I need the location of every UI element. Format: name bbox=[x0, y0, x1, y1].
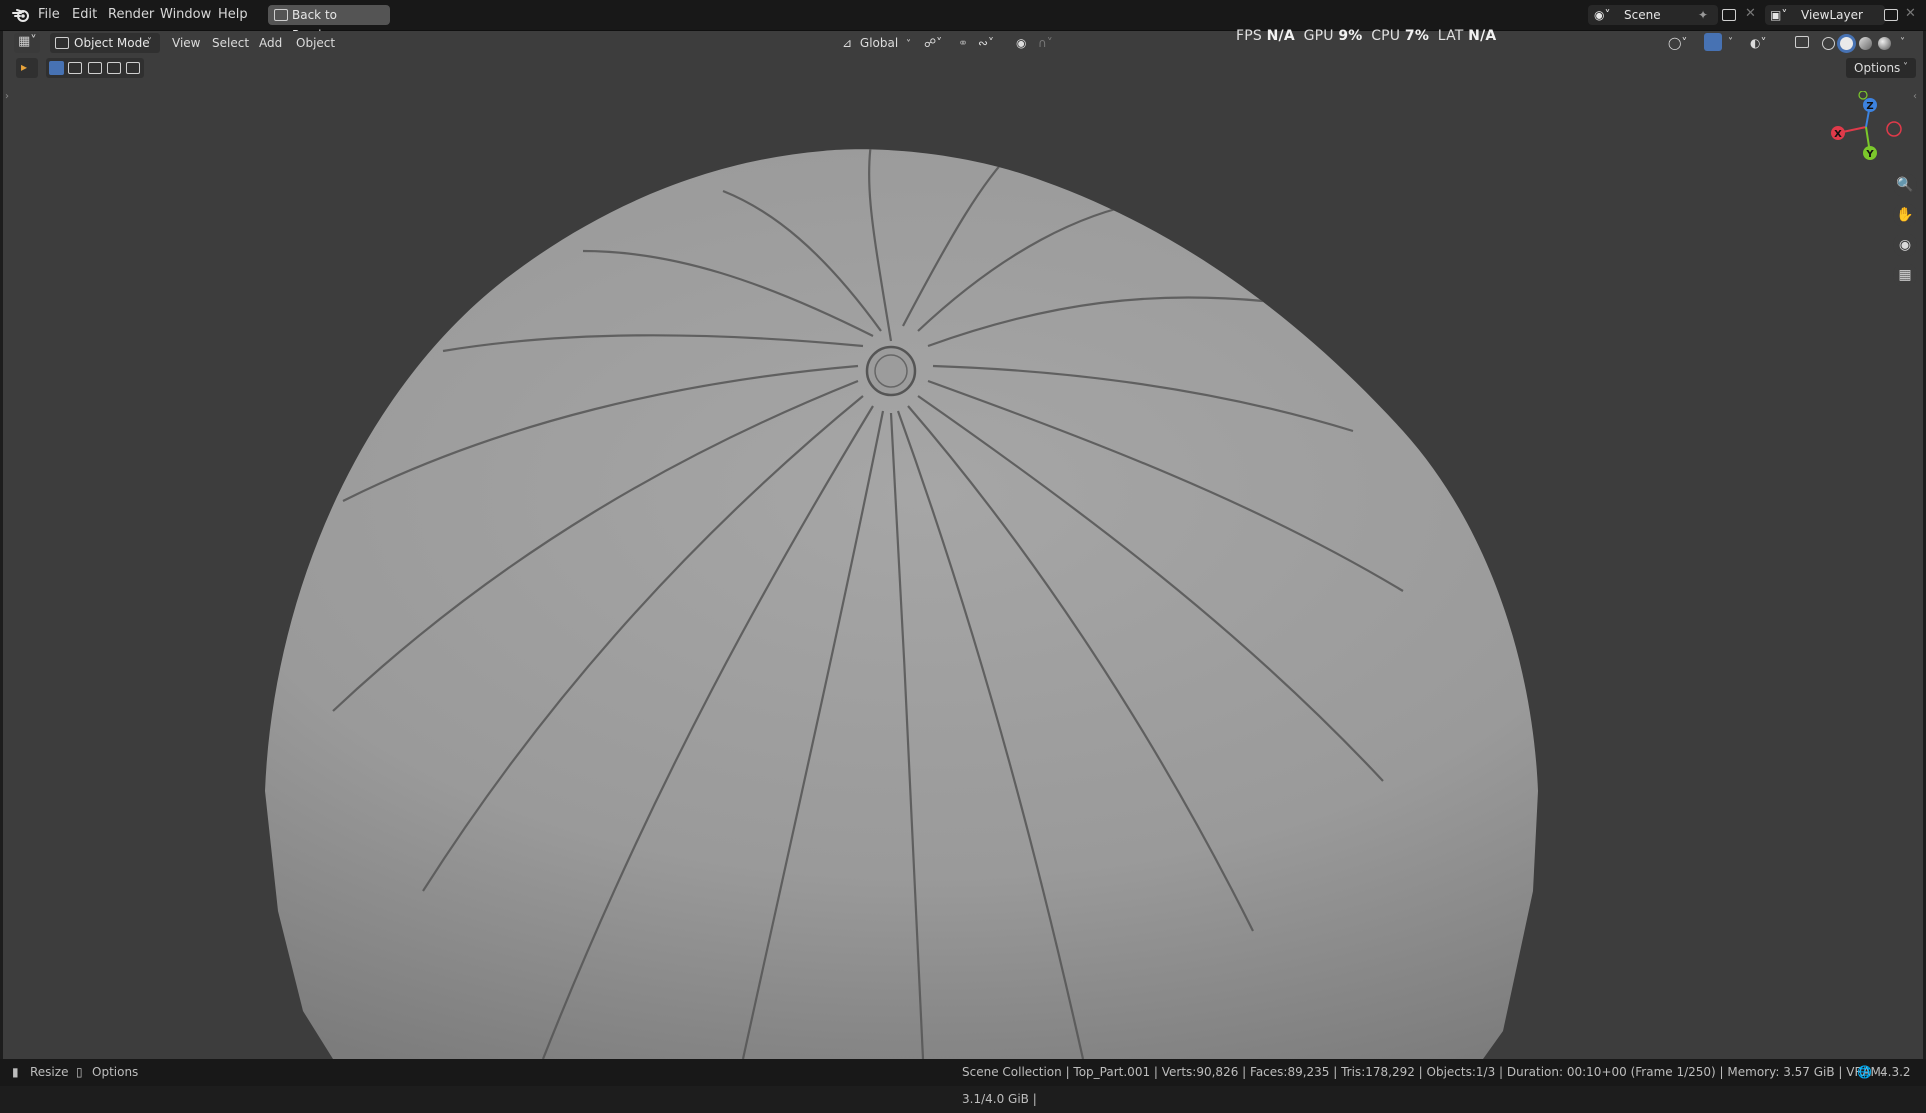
mouse-right-icon: ▯ bbox=[76, 1065, 83, 1079]
subtract-selection-icon[interactable] bbox=[88, 62, 102, 74]
proportional-editing-icon[interactable]: ◉ bbox=[1016, 31, 1026, 55]
mode-label: Object Mode bbox=[74, 36, 150, 50]
transform-orientation-selector[interactable]: ⊿ Global ˅ bbox=[842, 31, 918, 55]
scene-name: Scene bbox=[1624, 8, 1661, 22]
snap-target-icon[interactable]: ∾˅ bbox=[978, 31, 994, 55]
options-label: Options bbox=[1854, 61, 1901, 75]
3d-viewport[interactable]: X Z Y 🔍 ✋ ◉ ▦ › ‹ bbox=[3, 31, 1923, 1059]
invert-selection-icon[interactable] bbox=[107, 62, 121, 74]
pin-icon[interactable]: ✦ bbox=[1698, 5, 1708, 25]
blender-logo-icon[interactable] bbox=[12, 7, 30, 23]
xray-toggle-icon[interactable] bbox=[1795, 36, 1809, 48]
snap-icon[interactable]: ⚭ bbox=[958, 31, 968, 55]
gizmo-x-label: X bbox=[1834, 129, 1842, 140]
fps-value: N/A bbox=[1266, 28, 1295, 44]
header-menu-select[interactable]: Select bbox=[212, 31, 249, 55]
falloff-icon[interactable]: ∩˅ bbox=[1038, 31, 1053, 55]
orientation-label: Global bbox=[859, 36, 899, 50]
intersect-selection-icon[interactable] bbox=[126, 62, 140, 74]
gizmo-options-chevron-icon[interactable]: ˅ bbox=[1728, 31, 1733, 55]
overlays-icon[interactable]: ◐˅ bbox=[1750, 31, 1766, 55]
gpu-label: GPU bbox=[1303, 28, 1334, 44]
editor-type-icon: ▦˅ bbox=[18, 34, 37, 49]
blender-version: 4.3.2 bbox=[1880, 1065, 1911, 1079]
wireframe-shading-icon[interactable] bbox=[1822, 37, 1835, 50]
new-selection-icon[interactable] bbox=[49, 61, 64, 75]
options-button[interactable]: Options ˅ bbox=[1846, 58, 1916, 78]
gizmo-z-label: Z bbox=[1866, 101, 1873, 112]
shading-options-chevron-icon[interactable]: ˅ bbox=[1900, 31, 1905, 55]
editor-type-button[interactable]: ▦˅ bbox=[14, 33, 40, 53]
chevron-down-icon: ˅ bbox=[1903, 62, 1908, 73]
status-resize-label: Resize bbox=[30, 1065, 69, 1079]
scene-selector[interactable]: ◉˅ Scene ✦ bbox=[1588, 5, 1718, 25]
header-menu-view[interactable]: View bbox=[172, 31, 200, 55]
select-tool-button[interactable]: ▸ bbox=[16, 58, 38, 78]
object-mode-icon bbox=[55, 37, 69, 49]
menu-window[interactable]: Window bbox=[160, 0, 211, 30]
fps-label: FPS bbox=[1236, 28, 1262, 44]
extend-selection-icon[interactable] bbox=[68, 62, 82, 74]
perspective-grid-icon[interactable]: ▦ bbox=[1893, 263, 1917, 287]
mouse-icon: ▮ bbox=[12, 1065, 19, 1079]
network-globe-icon[interactable]: 🌐 bbox=[1857, 1059, 1872, 1086]
navigation-gizmo[interactable]: X Z Y bbox=[1818, 91, 1903, 166]
camera-view-icon[interactable]: ◉ bbox=[1893, 233, 1917, 257]
sidebar-expand-icon[interactable]: ‹ bbox=[1913, 91, 1917, 102]
dome-model[interactable] bbox=[3, 31, 1923, 1059]
lat-label: LAT bbox=[1437, 28, 1464, 44]
back-icon bbox=[274, 9, 288, 21]
top-bar: File Edit Render Window Help Back to Pre… bbox=[0, 0, 1926, 42]
rendered-shading-icon[interactable] bbox=[1878, 37, 1891, 50]
status-bar: ▮ Resize ▯ Options Scene Collection | To… bbox=[0, 1059, 1926, 1106]
gizmo-y-label: Y bbox=[1865, 149, 1874, 160]
pivot-point-icon[interactable]: ☍˅ bbox=[924, 31, 942, 55]
toolbar-expand-icon[interactable]: › bbox=[5, 91, 9, 102]
dome-surface bbox=[265, 149, 1538, 1059]
menu-render[interactable]: Render bbox=[108, 0, 154, 30]
remove-view-layer-icon[interactable]: ✕ bbox=[1905, 6, 1916, 21]
scene-icon: ◉˅ bbox=[1594, 8, 1611, 22]
pan-hand-icon[interactable]: ✋ bbox=[1893, 203, 1917, 227]
visibility-selector-icon[interactable]: ◯˅ bbox=[1668, 31, 1687, 55]
menu-file[interactable]: File bbox=[38, 0, 60, 30]
chevron-down-icon: ˅ bbox=[906, 39, 911, 50]
mode-selector[interactable]: Object Mode ˅ bbox=[50, 33, 160, 53]
solid-shading-icon[interactable] bbox=[1840, 37, 1853, 50]
view-layer-selector[interactable]: ▣˅ ViewLayer bbox=[1765, 5, 1885, 25]
cpu-value: 7% bbox=[1404, 28, 1430, 44]
lat-value: N/A bbox=[1468, 28, 1497, 44]
select-box-icon: ▸ bbox=[21, 60, 28, 74]
chevron-down-icon: ˅ bbox=[147, 37, 152, 48]
new-scene-icon[interactable] bbox=[1722, 9, 1736, 21]
view-layer-icon: ▣˅ bbox=[1770, 8, 1788, 22]
status-options-label: Options bbox=[92, 1065, 139, 1079]
header-menu-add[interactable]: Add bbox=[259, 31, 282, 55]
menu-help[interactable]: Help bbox=[218, 0, 248, 30]
scene-stats-info: Scene Collection | Top_Part.001 | Verts:… bbox=[962, 1065, 1885, 1106]
performance-stats: FPS N/A GPU 9% CPU 7% LAT N/A bbox=[1236, 28, 1496, 44]
menu-edit[interactable]: Edit bbox=[72, 0, 97, 30]
view-layer-name: ViewLayer bbox=[1801, 8, 1863, 22]
zoom-icon[interactable]: 🔍 bbox=[1893, 173, 1917, 197]
gpu-value: 9% bbox=[1338, 28, 1363, 44]
back-to-previous-button[interactable]: Back to Previous bbox=[268, 5, 390, 42]
orientation-axes-icon: ⊿ bbox=[842, 36, 853, 50]
header-menu-object[interactable]: Object bbox=[296, 31, 335, 55]
new-view-layer-icon[interactable] bbox=[1884, 9, 1898, 21]
selection-mode-group[interactable] bbox=[46, 58, 144, 78]
material-shading-icon[interactable] bbox=[1859, 37, 1872, 50]
gizmo-toggle-icon[interactable] bbox=[1704, 33, 1722, 51]
cpu-label: CPU bbox=[1371, 28, 1401, 44]
remove-scene-icon[interactable]: ✕ bbox=[1745, 6, 1756, 21]
